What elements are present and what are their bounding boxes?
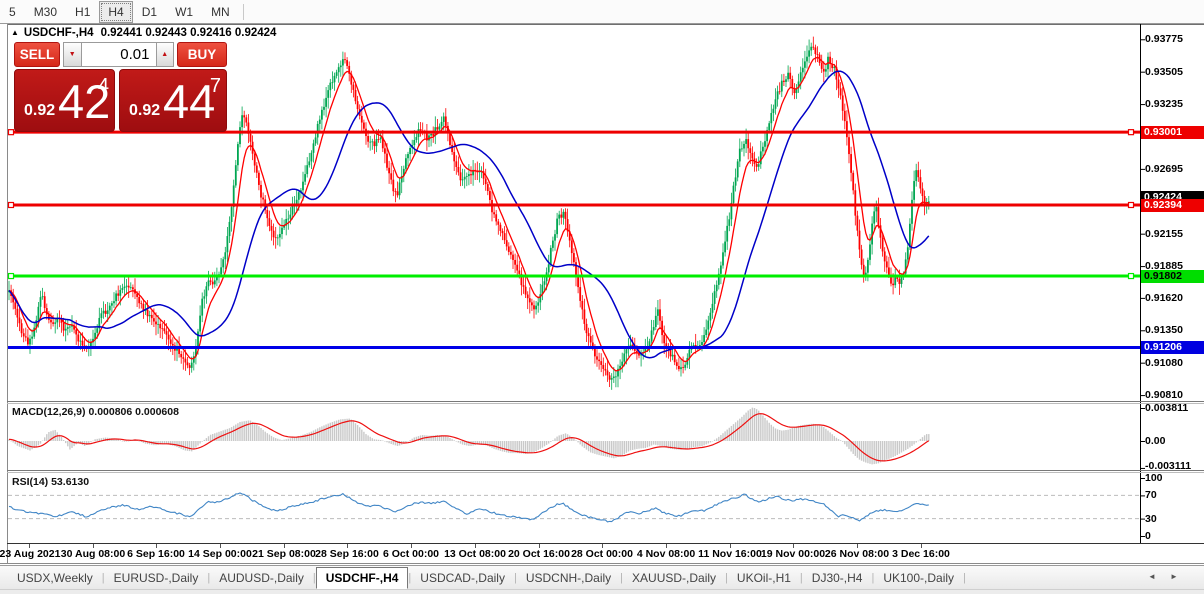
timeframe-button-w1[interactable]: W1: [166, 1, 202, 23]
macd-axis-label: 0.003811: [1145, 402, 1189, 414]
macd-axis-label: 0.00: [1145, 435, 1166, 447]
hline-handle[interactable]: [7, 129, 15, 136]
sell-price-box[interactable]: 0.92 42 4: [14, 69, 115, 132]
price-axis-label: 0.92155: [1145, 227, 1183, 240]
collapse-arrow-icon[interactable]: ▲: [11, 28, 19, 37]
hline-price-badge: 0.91206: [1141, 341, 1204, 355]
tab-scroll-right-button[interactable]: ►: [1170, 572, 1178, 581]
time-axis-label: 21 Sep 08:00: [252, 548, 316, 560]
trading-terminal-window: 5 M30 H1 H4 D1 W1 MN ▲ USDCHF-,H4 0.92441 0.9244…: [0, 0, 1204, 594]
rsi-axis-label: 70: [1145, 489, 1157, 502]
rsi-indicator-label: RSI(14) 53.6130: [12, 476, 90, 488]
price-axis-label: 0.93775: [1145, 33, 1183, 46]
timeframe-button-h1[interactable]: H1: [66, 1, 99, 23]
hline-price-badge: 0.92394: [1141, 198, 1204, 212]
time-axis-label: 4 Nov 08:00: [636, 548, 696, 560]
macd-indicator-label: MACD(12,26,9) 0.000806 0.000608: [12, 406, 179, 418]
chart-symbol-label: USDCHF-,H4: [23, 27, 94, 39]
hline-price-badge: 0.91802: [1141, 269, 1204, 283]
chart-tab-usdcad-daily[interactable]: USDCAD-,Daily: [411, 568, 514, 588]
chart-tab-ukoil-h1[interactable]: UKOil-,H1: [728, 568, 800, 588]
price-axis-label: 0.90810: [1145, 389, 1183, 402]
timeframe-button-mn[interactable]: MN: [202, 1, 239, 23]
price-axis-label: 0.91350: [1145, 324, 1183, 337]
rsi-axis-label: 30: [1145, 512, 1157, 525]
time-axis-label: 26 Nov 08:00: [824, 548, 890, 560]
price-axis-label: 0.92695: [1145, 162, 1183, 175]
time-axis-label: 3 Dec 16:00: [892, 548, 950, 560]
time-axis-label: 20 Oct 16:00: [508, 548, 570, 560]
chart-tab-eurusd-daily[interactable]: EURUSD-,Daily: [105, 568, 208, 588]
chart-ohlc-values: 0.92441 0.92443 0.92416 0.92424: [100, 27, 277, 39]
time-axis-label: 14 Sep 00:00: [188, 548, 252, 560]
chart-tab-bar: USDX,Weekly | EURUSD-,Daily | AUDUSD-,Daily |…: [0, 565, 1204, 589]
volume-increase-button[interactable]: ▲: [155, 42, 175, 67]
sell-price-pip-digit: 4: [97, 75, 109, 97]
status-strip: [0, 589, 1204, 594]
price-axis-label: 0.91080: [1145, 356, 1183, 369]
time-axis-label: 30 Aug 08:00: [60, 548, 126, 560]
time-axis-label: 19 Nov 00:00: [760, 548, 826, 560]
toolbar-separator: [242, 3, 244, 20]
chart-tab-dj30-h4[interactable]: DJ30-,H4: [803, 568, 872, 588]
tab-separator: |: [963, 571, 966, 584]
horizontal-level-lines[interactable]: [7, 129, 1140, 350]
time-axis-label: 23 Aug 2021: [0, 548, 61, 560]
rsi-axis-label: 0: [1145, 530, 1151, 542]
timeframe-button-m30[interactable]: M30: [25, 1, 66, 23]
buy-price-prefix: 0.92: [129, 102, 161, 119]
hline-price-badge: 0.93001: [1141, 125, 1204, 139]
buy-price-big-digits: 44: [163, 75, 216, 128]
buy-price-box[interactable]: 0.92 44 7: [119, 69, 227, 132]
hline-handle[interactable]: [1127, 272, 1135, 280]
timeframe-toolbar: 5 M30 H1 H4 D1 W1 MN: [0, 0, 1204, 23]
volume-decrease-button[interactable]: ▼: [63, 42, 82, 67]
time-axis-label: 13 Oct 08:00: [444, 548, 506, 560]
chart-tab-audusd-daily[interactable]: AUDUSD-,Daily: [210, 568, 313, 588]
triangle-down-icon: ▼: [68, 51, 76, 58]
price-axis-label: 0.91620: [1145, 291, 1183, 304]
one-click-trade-panel: SELL ▼ 0.01 ▲ BUY 0.92 42 4 0.92 44 7: [14, 42, 228, 132]
hline-handle[interactable]: [7, 201, 15, 209]
sell-price-prefix: 0.92: [24, 102, 56, 119]
time-axis-label: 6 Sep 16:00: [127, 548, 185, 560]
rsi-line: [8, 492, 929, 523]
price-axis-label: 0.93505: [1145, 65, 1183, 78]
tab-scroll-left-button[interactable]: ◄: [1148, 572, 1156, 581]
price-axis-label: 0.93235: [1145, 98, 1183, 111]
hline-handle[interactable]: [7, 272, 15, 280]
chart-tab-uk100-daily[interactable]: UK100-,Daily: [874, 568, 963, 588]
macd-axis-label: -0.003111: [1145, 460, 1192, 472]
time-axis-label: 11 Nov 16:00: [698, 548, 762, 560]
triangle-up-icon: ▲: [161, 51, 169, 58]
time-axis-label: 6 Oct 00:00: [382, 548, 440, 560]
sell-button[interactable]: SELL: [14, 42, 60, 67]
chart-tab-xauusd-daily[interactable]: XAUUSD-,Daily: [623, 568, 725, 588]
chart-tab-usdchf-h4[interactable]: USDCHF-,H4: [315, 566, 409, 589]
chart-title: ▲ USDCHF-,H4 0.92441 0.92443 0.92416 0.924…: [11, 27, 276, 39]
time-axis-label: 28 Oct 00:00: [571, 548, 633, 560]
buy-button[interactable]: BUY: [177, 42, 228, 67]
chart-tab-usdx-weekly[interactable]: USDX,Weekly: [8, 568, 102, 588]
rsi-axis-label: 100: [1145, 472, 1163, 484]
chart-tab-usdcnh-daily[interactable]: USDCNH-,Daily: [517, 568, 620, 588]
time-axis-label: 28 Sep 16:00: [315, 548, 379, 560]
timeframe-button-h4[interactable]: H4: [99, 1, 133, 23]
volume-input[interactable]: 0.01: [81, 42, 156, 67]
timeframe-button-5[interactable]: 5: [0, 1, 25, 23]
buy-price-pip-digit: 7: [209, 75, 221, 97]
hline-handle[interactable]: [1127, 129, 1135, 136]
timeframe-button-d1[interactable]: D1: [133, 1, 166, 23]
hline-handle[interactable]: [1127, 201, 1135, 209]
